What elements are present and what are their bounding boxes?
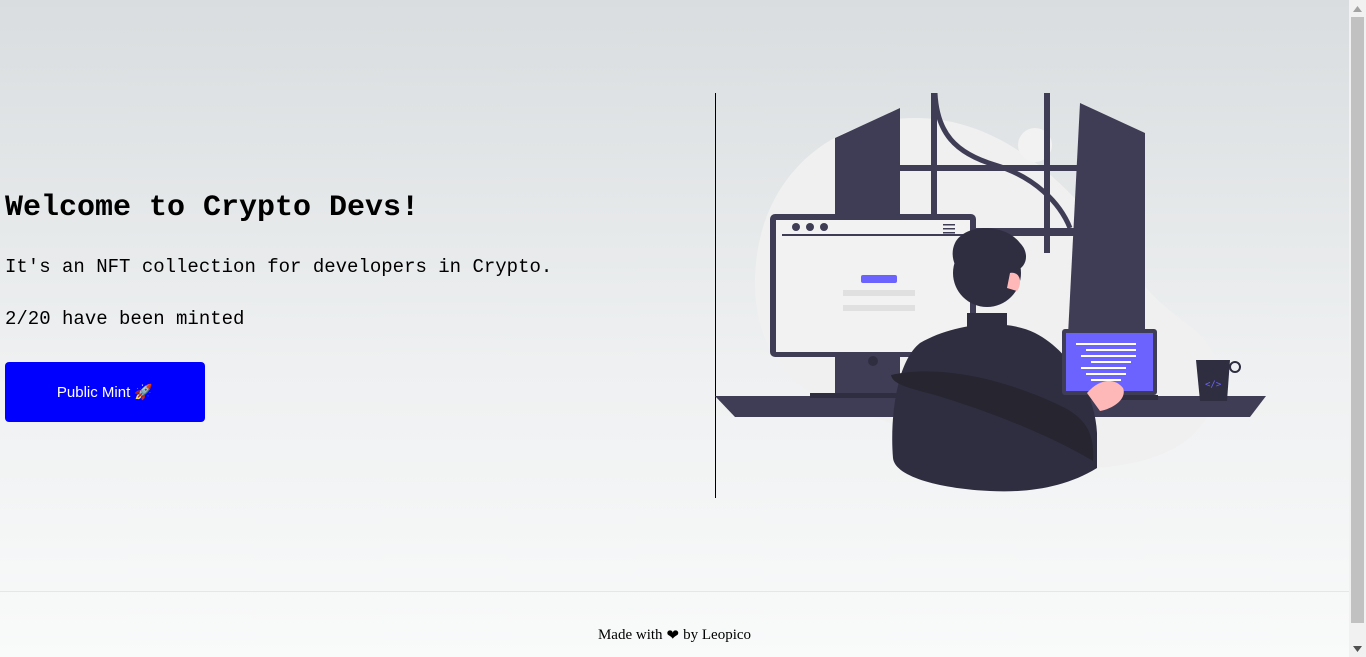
menu-icon-line-2 [943,228,955,230]
browser-bar-line [782,234,965,236]
menu-icon-line-3 [943,232,955,234]
scroll-up-arrow-icon[interactable] [1349,0,1366,17]
code-line-4 [1091,361,1131,363]
menu-icon-line-1 [943,224,955,226]
window-dot-2 [806,223,814,231]
stand-knob [868,356,878,366]
code-line-6 [1086,373,1126,375]
footer-prefix: Made with [597,627,663,643]
mug-code-icon: </> [1205,380,1222,390]
footer-suffix: by Leopico [683,627,752,643]
scrollbar-thumb[interactable] [1351,17,1364,623]
window-dot-3 [820,223,828,231]
code-line-5 [1081,367,1126,369]
page: Welcome to Crypto Devs! It's an NFT coll… [0,0,1349,657]
developer-illustration: </> [715,93,1266,492]
person-neck [967,313,1007,348]
vertical-scrollbar[interactable] [1349,0,1366,657]
mug-handle [1229,361,1241,373]
screen-line-1 [843,290,915,296]
scroll-down-arrow-icon[interactable] [1349,640,1366,657]
collection-description: It's an NFT collection for developers in… [5,256,553,278]
code-line-2 [1086,349,1136,351]
screen-line-2 [843,305,915,311]
window-bar-horizontal [900,165,1080,171]
main-section: Welcome to Crypto Devs! It's an NFT coll… [0,0,1349,591]
keyboard [810,393,900,398]
minted-count: 2/20 have been minted [5,308,245,330]
code-line-7 [1091,379,1121,381]
screen-accent-bar [861,275,897,283]
code-line-1 [1076,343,1136,345]
public-mint-button[interactable]: Public Mint 🚀 [5,362,205,422]
page-title: Welcome to Crypto Devs! [5,191,420,225]
code-line-3 [1081,355,1136,357]
window-dot-1 [792,223,800,231]
monitor-screen [776,220,970,352]
heart-icon: ❤ [666,628,680,644]
footer: Made with ❤ by Leopico [0,591,1349,657]
